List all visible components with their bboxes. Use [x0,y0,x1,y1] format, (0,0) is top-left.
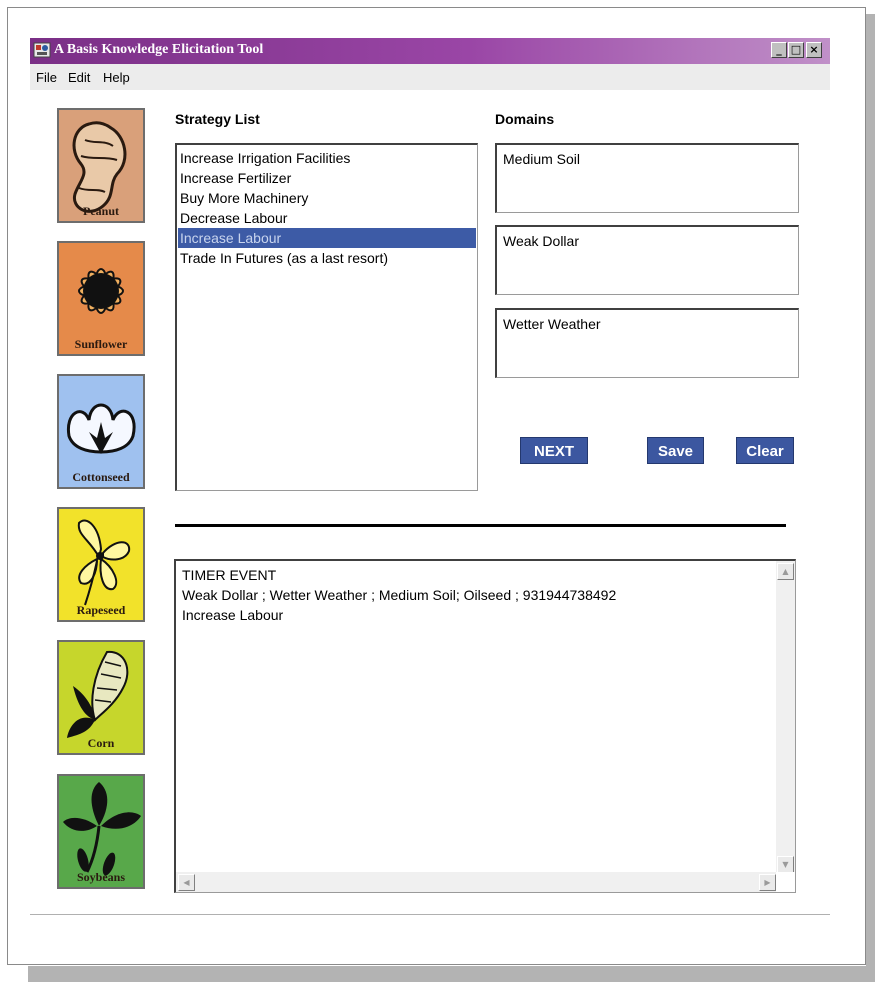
crop-label: Soybeans [76,870,126,884]
domain-field-weather[interactable]: Wetter Weather [495,308,799,378]
bottom-divider [30,914,830,915]
crop-rapeseed-button[interactable]: Rapeseed [57,507,145,622]
crop-label: Cottonseed [72,470,130,484]
window-title: A Basis Knowledge Elicitation Tool [54,42,264,57]
clear-button[interactable]: Clear [736,437,794,464]
strategy-item[interactable]: Increase Fertilizer [178,168,476,188]
domain-value: Medium Soil [503,151,581,167]
crop-label: Peanut [83,204,119,218]
vertical-scrollbar[interactable]: ▲ ▼ [776,561,795,873]
horizontal-scrollbar[interactable]: ◀ ▶ [176,872,776,892]
crop-corn-button[interactable]: Corn [57,640,145,755]
save-button[interactable]: Save [647,437,704,464]
crop-peanut-button[interactable]: Peanut [57,108,145,223]
strategy-item[interactable]: Trade In Futures (as a last resort) [178,248,476,268]
crop-sunflower-button[interactable]: Sunflower [57,241,145,356]
scroll-corner [776,872,795,892]
crop-cottonseed-button[interactable]: Cottonseed [57,374,145,489]
close-icon[interactable]: × [806,42,822,58]
strategy-list[interactable]: Increase Irrigation Facilities Increase … [175,143,478,491]
minimize-icon[interactable]: _ [771,42,787,58]
menu-edit[interactable]: Edit [68,70,90,85]
window-shadow-right [866,14,875,972]
log-line: TIMER EVENT [182,567,277,583]
crop-soybeans-button[interactable]: Soybeans [57,774,145,889]
domain-value: Wetter Weather [503,316,601,332]
log-line: Increase Labour [182,607,284,623]
strategy-item[interactable]: Increase Irrigation Facilities [178,148,476,168]
section-divider [175,524,786,527]
menu-bar: File Edit Help [30,64,830,90]
domains-heading: Domains [495,111,555,127]
strategy-item[interactable]: Buy More Machinery [178,188,476,208]
crop-label: Corn [87,736,115,750]
menu-file[interactable]: File [36,70,57,85]
strategy-item[interactable]: Decrease Labour [178,208,476,228]
log-line: Weak Dollar ; Wetter Weather ; Medium So… [182,587,617,603]
maximize-icon[interactable]: □ [788,42,804,58]
app-icon [33,42,51,58]
strategy-item-selected[interactable]: Increase Labour [178,228,476,248]
event-log-textarea[interactable]: TIMER EVENT Weak Dollar ; Wetter Weather… [174,559,796,893]
domain-value: Weak Dollar [503,233,579,249]
domain-field-currency[interactable]: Weak Dollar [495,225,799,295]
crop-label: Rapeseed [76,603,126,617]
scroll-up-icon[interactable]: ▲ [777,563,794,580]
scroll-left-icon[interactable]: ◀ [178,874,195,891]
scroll-down-icon[interactable]: ▼ [777,856,794,873]
crop-label: Sunflower [74,337,128,351]
window-shadow-bottom [28,966,875,982]
strategy-list-heading: Strategy List [175,111,260,127]
title-bar[interactable]: A Basis Knowledge Elicitation Tool _ □ × [30,38,830,64]
menu-help[interactable]: Help [103,70,130,85]
domain-field-soil[interactable]: Medium Soil [495,143,799,213]
next-button[interactable]: NEXT [520,437,588,464]
scroll-right-icon[interactable]: ▶ [759,874,776,891]
